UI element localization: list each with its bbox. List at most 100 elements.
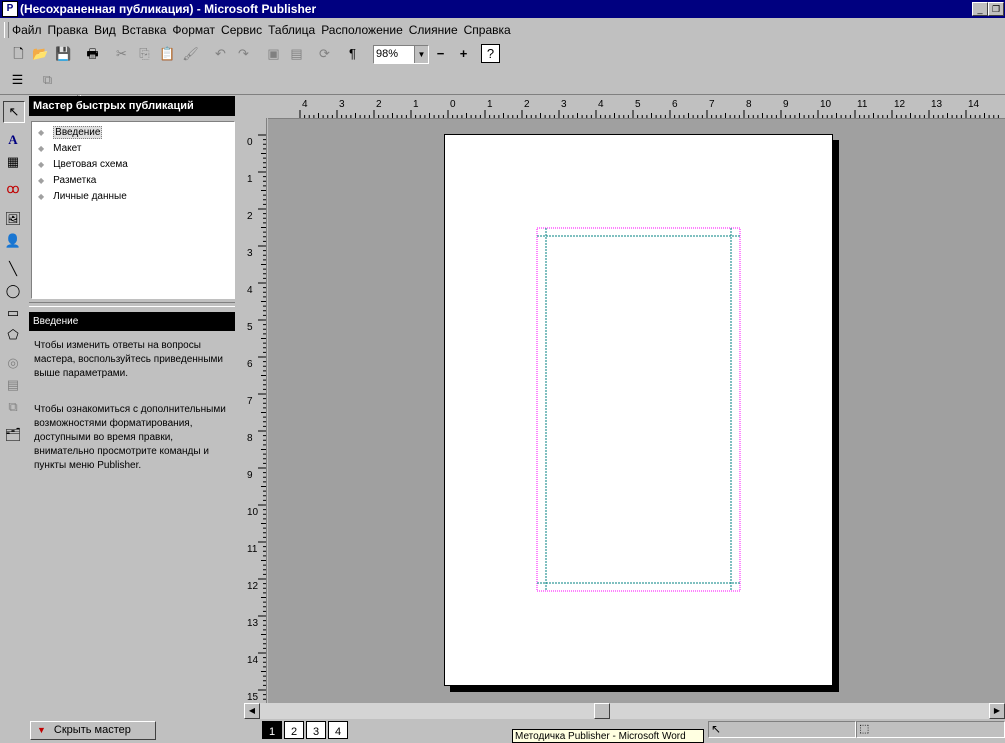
ruler-label: 9 — [247, 470, 253, 481]
wizard-step-item[interactable]: ◆ Личные данные — [38, 191, 127, 202]
restore-icon[interactable]: ❐ — [988, 2, 1004, 16]
ruler-label: 12 — [894, 99, 906, 110]
object-properties-icon[interactable]: ⧉ — [37, 70, 58, 90]
bullet-icon: ◆ — [38, 144, 45, 153]
horizontal-scrollbar[interactable]: ◀ ▶ — [244, 703, 1005, 719]
table-frame-icon[interactable]: ▦ — [3, 152, 23, 172]
page-tab[interactable]: 3 — [306, 721, 326, 739]
wizard-step-item[interactable]: ◆ Макет — [38, 143, 81, 154]
vertical-ruler[interactable]: 0123456789101112131415 — [244, 118, 267, 706]
wordart-icon[interactable]: ꝏ — [3, 179, 23, 199]
horizontal-ruler[interactable]: 4 3 2 1 0 1 2 3 4 5 6 7 8 9 10 11 12 13 14 — [268, 96, 1005, 119]
oval-tool-icon[interactable]: ◯ — [3, 281, 23, 301]
menu-item[interactable]: Формат — [169, 18, 218, 42]
menu-item[interactable]: Правка — [45, 18, 92, 42]
wizard-step-label: Введение — [53, 126, 103, 139]
menu-item[interactable]: Сервис — [218, 18, 265, 42]
zoom-select[interactable]: 98% ▼ — [373, 45, 429, 64]
wizard-splitter[interactable] — [29, 302, 235, 307]
zoom-out-icon[interactable]: − — [430, 44, 451, 64]
ruler-label: 3 — [247, 248, 253, 259]
zoom-in-icon[interactable]: + — [453, 44, 474, 64]
scroll-left-icon[interactable]: ◀ — [244, 703, 260, 719]
minimize-icon[interactable]: _ — [972, 2, 988, 16]
scroll-thumb[interactable] — [594, 703, 610, 719]
copy-icon[interactable]: ⎘ — [134, 44, 155, 64]
chevron-down-icon[interactable]: ▼ — [414, 46, 428, 63]
text-frame-icon[interactable]: A — [3, 130, 23, 150]
hide-wizard-button[interactable]: ▼ Скрыть мастер — [30, 721, 156, 740]
wizard-step-label: Цветовая схема — [53, 159, 128, 170]
ruler-corner[interactable] — [244, 96, 268, 118]
wizard-paragraph-2: Чтобы ознакомиться с дополнительными воз… — [34, 404, 226, 471]
menu-item[interactable]: Слияние — [406, 18, 461, 42]
ruler-label: 10 — [820, 99, 832, 110]
form-control-icon[interactable]: ◎ — [3, 353, 23, 373]
custom-shapes-icon[interactable]: ⬠ — [3, 325, 23, 345]
menu-bar: Файл Правка Вид Вставка Формат Сервис Таблица Р… — [0, 18, 1005, 43]
format-painter-icon[interactable]: 🖌 — [180, 44, 201, 64]
menu-item[interactable]: Вид — [91, 18, 119, 42]
undo-icon[interactable]: ↶ — [210, 44, 231, 64]
bullet-icon: ◆ — [38, 128, 45, 137]
special-characters-icon[interactable]: ¶ — [342, 44, 363, 64]
wizard-step-label: Личные данные — [53, 191, 127, 202]
wizard-step-item[interactable]: ◆ Цветовая схема — [38, 159, 128, 170]
layout-guides — [536, 227, 741, 592]
clip-gallery-icon[interactable]: 👤 — [3, 231, 23, 251]
publisher-app-icon[interactable]: P — [2, 1, 18, 17]
pointer-icon[interactable]: ↖ — [3, 101, 25, 123]
size-icon: ⬚ — [859, 723, 870, 735]
html-code-icon[interactable]: ▤ — [3, 375, 23, 395]
menu-item[interactable]: Таблица — [265, 18, 318, 42]
formatting-toolbar: ☰ ⧉ — [0, 66, 1005, 95]
paste-icon[interactable]: 📋 — [157, 44, 178, 64]
ruler-label: 4 — [598, 99, 604, 110]
bring-to-front-icon[interactable]: ▣ — [263, 44, 284, 64]
ruler-label: 3 — [561, 99, 567, 110]
triangle-down-icon: ▼ — [37, 725, 46, 735]
ruler-label: 13 — [931, 99, 943, 110]
open-folder-icon[interactable]: 📂 — [30, 44, 51, 64]
wizard-step-item[interactable]: ◆ Введение — [38, 126, 103, 139]
send-to-back-icon[interactable]: ▤ — [286, 44, 307, 64]
page-tab[interactable]: 1 — [262, 721, 282, 739]
ruler-label: 5 — [635, 99, 641, 110]
rectangle-tool-icon[interactable]: ▭ — [3, 303, 23, 323]
design-gallery-icon[interactable]: ⧉ — [3, 397, 23, 417]
standard-toolbar: 🗋 📂 💾 🖶 ✂ ⎘ 📋 🖌 ↶ ↷ ▣ ▤ ⟳ ¶ 98% ▼ − + ? — [0, 42, 1005, 106]
menu-lines-icon[interactable]: ☰ — [7, 70, 28, 90]
ruler-label: 1 — [487, 99, 493, 110]
picture-frame-icon[interactable]: 🖼 — [3, 209, 23, 229]
scroll-right-icon[interactable]: ▶ — [989, 703, 1005, 719]
ruler-label: 7 — [709, 99, 715, 110]
cut-icon[interactable]: ✂ — [111, 44, 132, 64]
wizard-paragraph-1: Чтобы изменить ответы на вопросы мастера… — [34, 340, 223, 379]
menu-item[interactable]: Файл — [9, 18, 45, 42]
menu-item[interactable]: Вставка — [119, 18, 170, 42]
print-icon[interactable]: 🖶 — [82, 44, 103, 64]
ruler-label: 8 — [746, 99, 752, 110]
line-tool-icon[interactable]: ╲ — [3, 259, 23, 279]
wizard-step-item[interactable]: ◆ Разметка — [38, 175, 96, 186]
ruler-label: 6 — [672, 99, 678, 110]
page-tab[interactable]: 4 — [328, 721, 348, 739]
margin-guide-box — [536, 227, 741, 592]
ruler-label: 4 — [247, 285, 253, 296]
workspace[interactable] — [268, 119, 1005, 703]
new-document-icon[interactable]: 🗋 — [8, 44, 29, 64]
ruler-label: 5 — [247, 322, 253, 333]
ruler-label: 2 — [376, 99, 382, 110]
rotate-icon[interactable]: ⟳ — [314, 44, 335, 64]
menu-item[interactable]: Справка — [461, 18, 514, 42]
bullet-icon: ◆ — [38, 176, 45, 185]
save-icon[interactable]: 💾 — [53, 44, 74, 64]
page-tab[interactable]: 2 — [284, 721, 304, 739]
redo-icon[interactable]: ↷ — [233, 44, 254, 64]
publication-page[interactable] — [444, 134, 833, 686]
ruler-label: 10 — [247, 507, 259, 518]
help-icon[interactable]: ? — [481, 44, 500, 63]
menu-item[interactable]: Расположение — [318, 18, 406, 42]
design-gallery-object-icon[interactable]: 🗂 — [3, 425, 23, 445]
window-title: (Несохраненная публикация) - Microsoft P… — [20, 2, 317, 16]
